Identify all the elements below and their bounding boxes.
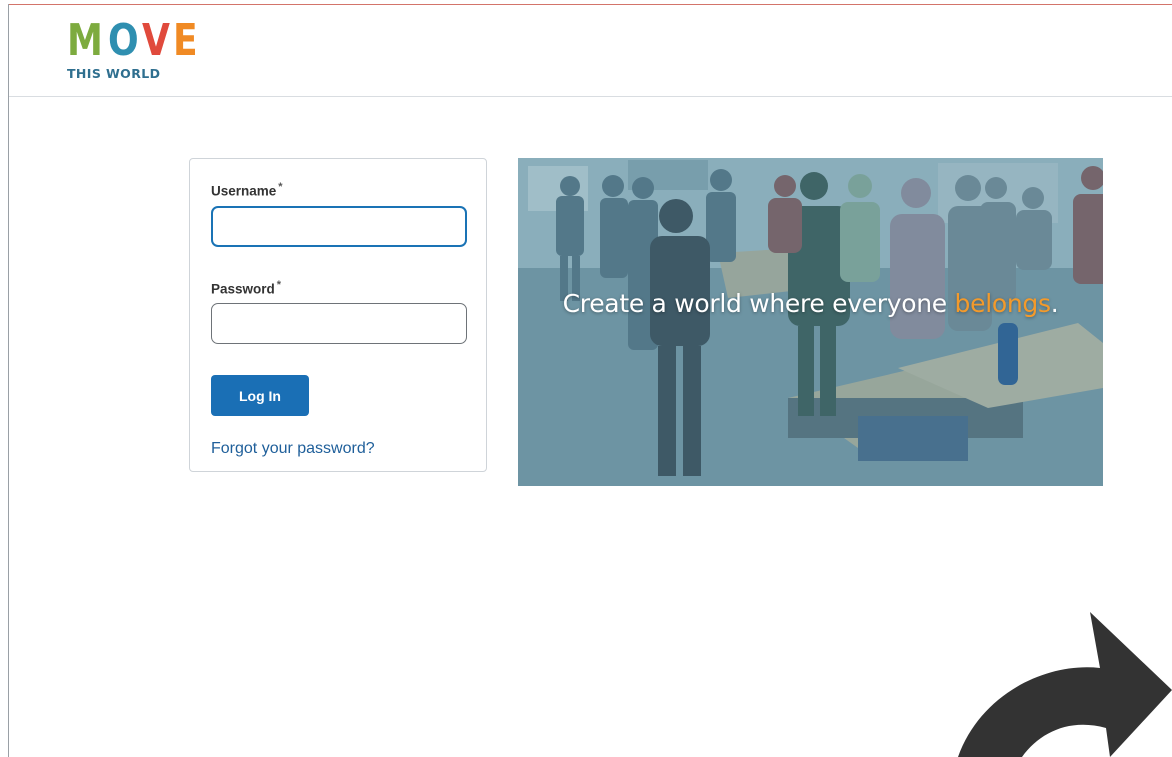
logo-letter-o: O	[107, 15, 139, 66]
move-this-world-logo[interactable]: M O V E THIS WORLD	[67, 15, 198, 85]
window-left-border	[8, 4, 9, 757]
password-input[interactable]	[211, 303, 467, 344]
tagline-end-text: .	[1050, 289, 1059, 318]
password-label: Password *	[211, 279, 281, 297]
username-label: Username *	[211, 181, 283, 199]
username-input[interactable]	[211, 206, 467, 247]
logo-letter-v: V	[142, 15, 170, 66]
forgot-password-link[interactable]: Forgot your password?	[211, 440, 375, 458]
site-header: M O V E THIS WORLD	[9, 5, 1172, 97]
hero-tint-overlay	[518, 158, 1103, 486]
username-label-text: Username	[211, 183, 277, 199]
tagline-accent-text: belongs	[954, 289, 1051, 318]
logo-subtitle: THIS WORLD	[67, 66, 161, 81]
login-card: Username * Password * Log In Forgot your p…	[189, 158, 487, 472]
logo-wordmark: M O V E	[67, 15, 198, 66]
username-required-mark: *	[278, 181, 283, 193]
hero-tagline: Create a world where everyone belongs.	[518, 289, 1103, 318]
log-in-button[interactable]: Log In	[211, 375, 309, 416]
password-label-text: Password	[211, 281, 275, 297]
logo-letter-m: M	[67, 15, 103, 66]
tagline-main-text: Create a world where everyone	[562, 289, 955, 318]
curved-arrow-icon	[958, 612, 1172, 757]
password-required-mark: *	[276, 279, 282, 291]
logo-letter-e: E	[173, 15, 198, 66]
hero-banner-image: Create a world where everyone belongs.	[518, 158, 1103, 486]
